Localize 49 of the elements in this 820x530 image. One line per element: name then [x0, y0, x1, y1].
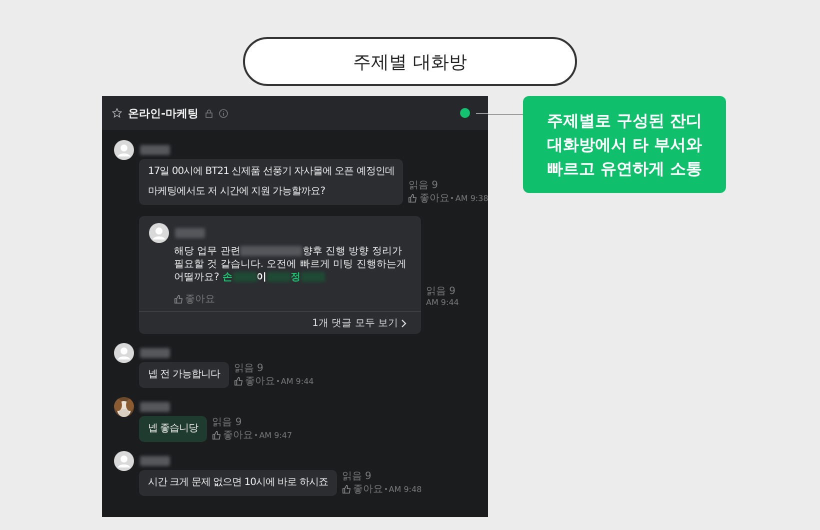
- separator-dot: [255, 434, 258, 436]
- like-button[interactable]: 좋아요: [342, 482, 383, 496]
- info-icon[interactable]: [218, 108, 228, 118]
- thumbs-up-icon: [174, 294, 183, 304]
- section-title: 주제별 대화방: [243, 37, 577, 86]
- read-count: 읽음 9: [212, 417, 243, 428]
- message-text: 넵 좋습니당: [148, 423, 198, 435]
- timestamp: AM 9:38: [455, 192, 488, 204]
- callout-text: 빠르고 유연하게 소통: [546, 158, 702, 180]
- avatar-icon: [114, 343, 134, 363]
- avatar-icon: [114, 451, 134, 471]
- message-text: 시간 크게 문제 없으면 10시에 바로 하시죠: [148, 477, 328, 489]
- timestamp: AM 9:48: [388, 484, 422, 494]
- timestamp: AM 9:47: [259, 430, 292, 440]
- lock-icon: [204, 108, 213, 118]
- message-text: 17일 00시에 BT21 신제품 선풍기 자사몰에 오픈 예정인데: [148, 166, 394, 178]
- thumbs-up-icon: [408, 194, 418, 202]
- blurred-name: [175, 228, 205, 238]
- like-button[interactable]: 좋아요: [174, 292, 411, 306]
- thumbs-up-icon: [342, 484, 351, 494]
- avatar-icon: [114, 140, 134, 160]
- like-button[interactable]: 좋아요: [212, 428, 254, 442]
- blurred-name: [140, 402, 170, 412]
- room-title: 온라인-마케팅: [128, 106, 199, 120]
- blurred-name: [140, 145, 170, 155]
- message-text: 넵 전 가능합니다: [148, 369, 220, 381]
- separator-dot: [451, 197, 454, 199]
- separator-dot: [276, 380, 279, 382]
- timestamp: AM 9:44: [280, 376, 314, 386]
- view-comments-link[interactable]: 1개 댓글 모두 보기: [312, 316, 407, 330]
- blurred-name: [140, 456, 170, 466]
- read-count: 읽음 9: [234, 363, 264, 374]
- thumbs-up-icon: [212, 430, 222, 440]
- callout-text: 주제별로 구성된 잔디: [546, 110, 702, 132]
- like-button[interactable]: 좋아요: [234, 374, 275, 388]
- thumbs-up-icon: [234, 376, 243, 386]
- callout-text: 대화방에서 타 부서와: [546, 134, 702, 156]
- read-count: 읽음 9: [408, 180, 439, 191]
- blurred-name: [140, 348, 170, 358]
- separator-dot: [384, 488, 387, 490]
- timestamp: AM 9:44: [426, 297, 459, 308]
- message-text: 마케팅에서도 저 시간에 지원 가능할까요?: [148, 186, 326, 198]
- star-icon[interactable]: [112, 108, 122, 118]
- like-button[interactable]: 좋아요: [408, 191, 450, 205]
- reply-text: 해당 업무 관련 향후 진행 방향 정리가 필요할 것 같습니다. 오전에 빠르게 미팅 진행하는게 어떨까요? 손 이 정: [174, 245, 408, 284]
- read-count: 읽음 9: [342, 471, 372, 482]
- read-count: 읽음 9: [426, 286, 457, 297]
- avatar-icon: [149, 223, 169, 243]
- chevron-right-icon: [401, 318, 407, 328]
